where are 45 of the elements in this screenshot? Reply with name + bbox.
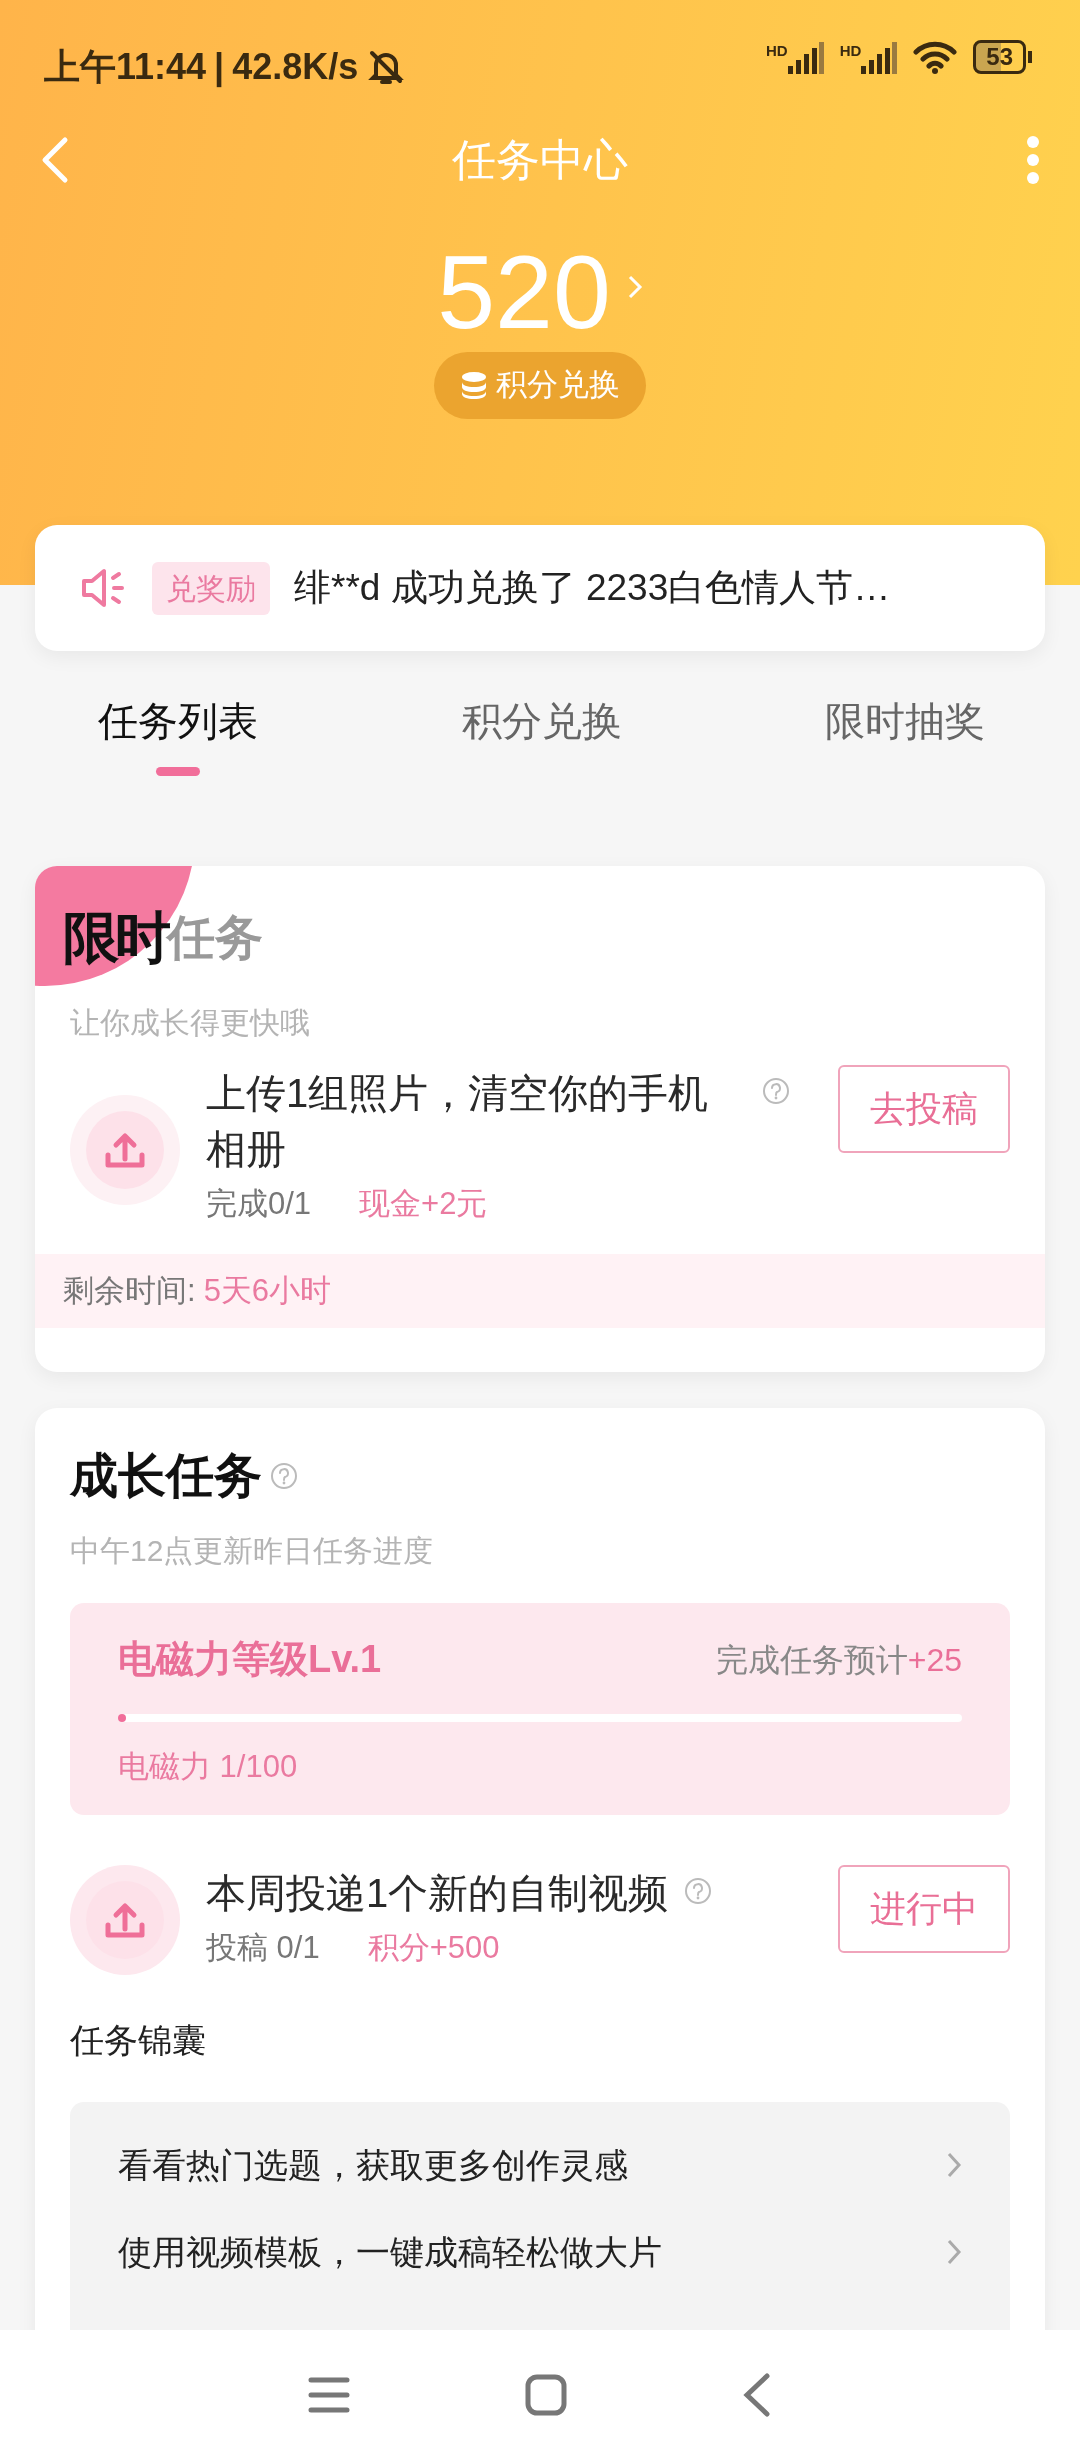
network-tag: HD xyxy=(839,40,862,63)
menu-icon[interactable] xyxy=(307,2376,350,2414)
level-reading: 电磁力 1/100 xyxy=(118,1748,299,1786)
home-icon[interactable] xyxy=(525,2374,567,2416)
help-icon[interactable] xyxy=(762,1077,790,1105)
chevron-icon xyxy=(946,2151,962,2179)
more-icon[interactable] xyxy=(1026,136,1040,184)
remaining-time: 5天6小时 xyxy=(203,1271,332,1310)
network-tag: HD xyxy=(765,40,788,63)
tab[interactable]: 任务列表 xyxy=(98,691,258,751)
tab[interactable]: 积分兑换 xyxy=(461,691,622,751)
help-icon[interactable] xyxy=(270,1462,298,1490)
tip-item[interactable]: 看看热门选题，获取更多创作灵感 xyxy=(70,2121,1010,2209)
estimate-text: 完成任务预计+25 xyxy=(715,1640,962,1680)
card-title: 任务 xyxy=(167,911,263,964)
wifi-icon xyxy=(913,40,958,74)
task-reward: 积分+500 xyxy=(367,1928,500,1967)
coins-icon xyxy=(460,371,488,400)
exchange-notice: 绯**d 成功兑换了 2233白色情人节… xyxy=(294,566,891,611)
tab-underline xyxy=(156,767,200,776)
card-title: 成长任务 xyxy=(70,1448,262,1504)
chevron-icon[interactable] xyxy=(626,274,643,300)
tips-title: 任务锦囊 xyxy=(69,2019,207,2061)
chevron-icon xyxy=(946,2238,962,2266)
tip-item[interactable]: 使用视频模板，一键成稿轻松做大片 xyxy=(70,2208,1010,2296)
status-time: 上午11:44 xyxy=(44,45,207,89)
signal-icon xyxy=(861,40,898,74)
task-button[interactable]: 去投稿 xyxy=(838,1065,1010,1153)
help-icon[interactable] xyxy=(684,1876,713,1905)
reward-tag: 兑奖励 xyxy=(152,561,270,615)
page-title: 任务中心 xyxy=(451,134,629,186)
back-icon[interactable] xyxy=(742,2373,773,2417)
task-reward: 现金+2元 xyxy=(359,1185,488,1223)
network-speed: 42.8K/s xyxy=(232,45,359,89)
task-button[interactable]: 进行中 xyxy=(838,1864,1010,1953)
card-subtitle: 中午12点更新昨日任务进度 xyxy=(69,1533,435,1569)
level-name: 电磁力等级Lv.1 xyxy=(118,1637,382,1682)
status-divider: | xyxy=(214,45,225,90)
task-title: 本周投递1个新的自制视频 xyxy=(206,1869,669,1917)
remaining-label: 剩余时间: xyxy=(63,1271,196,1310)
card-subtitle: 让你成长得更快哦 xyxy=(69,1005,311,1041)
task-title: 上传1组照片，清空你的手机相册 xyxy=(206,1070,710,1173)
points-value: 520 xyxy=(437,240,611,344)
tab[interactable]: 限时抽奖 xyxy=(825,691,985,751)
signal-icon xyxy=(787,40,824,74)
